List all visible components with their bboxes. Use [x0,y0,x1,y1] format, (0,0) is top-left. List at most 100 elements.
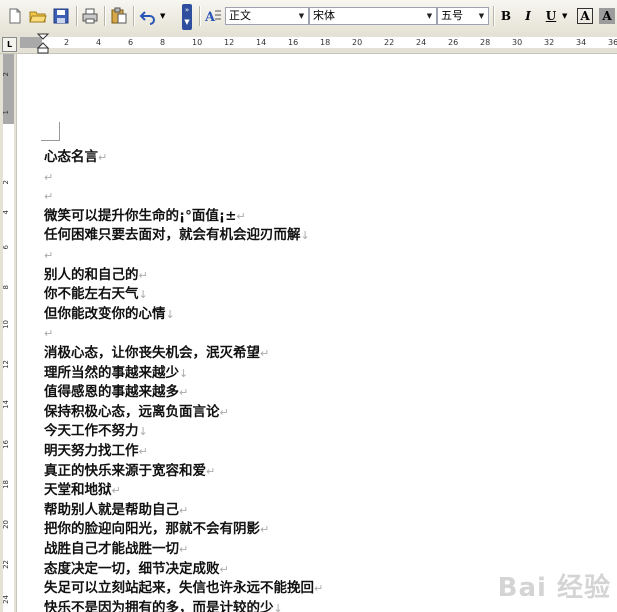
document-line[interactable]: 你不能左右天气↓ [44,285,148,304]
document-line[interactable]: 值得感恩的事越来越多↵ [44,383,188,402]
line-text: 天堂和地狱 [44,482,112,499]
document-line[interactable]: ↵ [44,246,53,265]
ruler-tick-label: 8 [160,38,166,47]
document-line[interactable]: 微笑可以提升你生命的¡°面值¡±↵ [44,207,246,226]
vertical-ruler-tick-label: 2 [2,180,10,185]
undo-dropdown-icon[interactable]: ▼ [160,12,165,20]
line-text: 保持积极心态，远离负面言论 [44,403,220,420]
vertical-ruler-tick-label: 6 [2,245,10,250]
ruler-tick-label: 22 [384,38,395,47]
style-dropdown-value: 正文 [229,9,251,22]
line-text: 但你能改变你的心情 [44,305,166,322]
document-line[interactable]: 明天努力找工作↵ [44,442,148,461]
ruler-tick-label: 26 [448,38,459,47]
paste-icon[interactable] [110,7,128,25]
line-text: 今天工作不努力 [44,423,139,440]
line-text: 明天努力找工作 [44,443,139,459]
new-document-icon[interactable] [6,7,24,25]
open-folder-icon[interactable] [29,7,47,25]
line-text: 任何困难只要去面对，就会有机会迎刃而解 [44,227,301,244]
document-line[interactable]: 帮助别人就是帮助自己↵ [44,501,188,520]
document-line[interactable]: 天堂和地狱↵ [44,481,121,500]
document-line[interactable]: 保持积极心态，远离负面言论↵ [44,403,229,422]
line-text: 值得感恩的事越来越多 [44,384,179,401]
ruler-tick-label: 20 [352,38,363,47]
document-line[interactable]: 把你的脸迎向阳光，那就不会有阴影↵ [44,520,269,539]
print-icon[interactable] [81,7,99,25]
underline-dropdown-icon[interactable]: ▼ [562,12,567,20]
chevron-down-icon[interactable]: ▼ [475,8,488,24]
line-text: 微笑可以提升你生命的¡°面值¡± [44,207,237,224]
vertical-ruler-tick-label: 14 [2,400,10,409]
vertical-ruler-tick-label: 12 [2,360,10,369]
document-line[interactable]: 态度决定一切，细节决定成败↵ [44,560,229,579]
document-line[interactable]: 别人的和自己的↵ [44,266,148,285]
paragraph-mark-icon: ↵ [219,405,229,419]
line-text: 消极心态，让你丧失机会，泯灭希望 [44,345,260,361]
toolbar-options-icon[interactable]: » ▼ [182,4,192,30]
ruler-tick-label: 14 [256,38,267,47]
undo-icon[interactable] [139,7,157,25]
document-line[interactable]: 今天工作不努力↓ [44,422,148,441]
document-line[interactable]: 心态名言↵ [44,148,107,167]
paragraph-mark-icon: ↓ [300,229,310,243]
vertical-ruler-tick-label: 20 [2,520,10,529]
document-line[interactable]: ↵ [44,187,53,206]
document-line[interactable]: 真正的快乐来源于宽容和爱↵ [44,462,215,481]
paragraph-mark-icon: ↵ [260,523,270,537]
ruler-tick-label: 24 [416,38,427,47]
ruler-tick-label: 10 [192,38,203,47]
chevron-down-icon[interactable]: ▼ [295,8,308,24]
paragraph-mark-icon: ↵ [179,503,189,517]
document-line[interactable]: 失足可以立刻站起来，失信也许永远不能挽回↵ [44,579,323,598]
paragraph-mark-icon: ↵ [44,170,54,184]
document-line[interactable]: 消极心态，让你丧失机会，泯灭希望↵ [44,344,269,363]
line-text: 真正的快乐来源于宽容和爱 [44,462,206,479]
vertical-ruler-tick-label: 4 [2,210,10,215]
document-line[interactable]: ↵ [44,324,53,343]
line-text: 把你的脸迎向阳光，那就不会有阴影 [44,521,260,538]
vertical-ruler-tick-label: 8 [2,285,10,290]
line-text: 理所当然的事越来越少 [44,364,179,381]
document-line[interactable]: ↵ [44,168,53,187]
font-size-dropdown[interactable]: 五号 ▼ [437,7,489,25]
ruler-tick-label: 2 [64,38,70,47]
save-icon[interactable] [52,7,70,25]
document-line[interactable]: 战胜自己才能战胜一切↵ [44,540,188,559]
font-dropdown[interactable]: 宋体 ▼ [309,7,437,25]
vertical-ruler-tick-label: 10 [2,320,10,329]
paragraph-mark-icon: ↵ [314,582,324,596]
line-text: 帮助别人就是帮助自己 [44,501,179,518]
line-text: 战胜自己才能战胜一切 [44,541,179,557]
document-line[interactable]: 理所当然的事越来越少↓ [44,364,188,383]
document-line[interactable]: 任何困难只要去面对，就会有机会迎刃而解↓ [44,226,310,245]
ruler-tick-label: 16 [288,38,299,47]
font-size-dropdown-value: 五号 [441,9,463,22]
paragraph-mark-icon: ↵ [44,327,54,341]
character-shading-button[interactable]: A [599,8,615,24]
paragraph-mark-icon: ↵ [206,464,216,478]
document-line[interactable]: 但你能改变你的心情↓ [44,305,175,324]
tab-selector-button[interactable]: L [2,37,17,52]
underline-button[interactable]: U [543,8,559,24]
ruler-tick-label: 34 [576,38,587,47]
ruler-tick-label: 30 [512,38,523,47]
paragraph-mark-icon: ↓ [273,601,283,612]
character-border-button[interactable]: A [577,8,593,24]
indent-markers-icon[interactable] [36,33,50,55]
document-line[interactable]: 快乐不是因为拥有的多，而是计较的少↓ [44,599,283,612]
ruler-tick-label: 18 [320,38,331,47]
italic-button[interactable]: I [520,8,536,24]
chevron-down-icon[interactable]: ▼ [423,8,436,24]
bold-button[interactable]: B [498,8,514,24]
document-page[interactable]: 心态名言↵ ↵ ↵ 微笑可以提升你生命的¡°面值¡±↵ 任何困难只要去面对，就会有机会迎… [17,54,617,612]
standard-toolbar: ▼ » ▼ A 正文 ▼ 宋体 ▼ 五号 ▼ B I U ▼ A A [0,0,617,34]
line-text: 失足可以立刻站起来，失信也许永远不能挽回 [44,580,314,597]
paragraph-mark-icon: ↓ [179,366,189,380]
paragraph-mark-icon: ↵ [260,347,270,360]
line-text: 快乐不是因为拥有的多，而是计较的少 [44,599,274,612]
paragraph-mark-icon: ↓ [165,307,175,321]
styles-formatting-icon[interactable]: A [204,7,222,25]
font-dropdown-value: 宋体 [313,9,335,22]
style-dropdown[interactable]: 正文 ▼ [225,7,309,25]
